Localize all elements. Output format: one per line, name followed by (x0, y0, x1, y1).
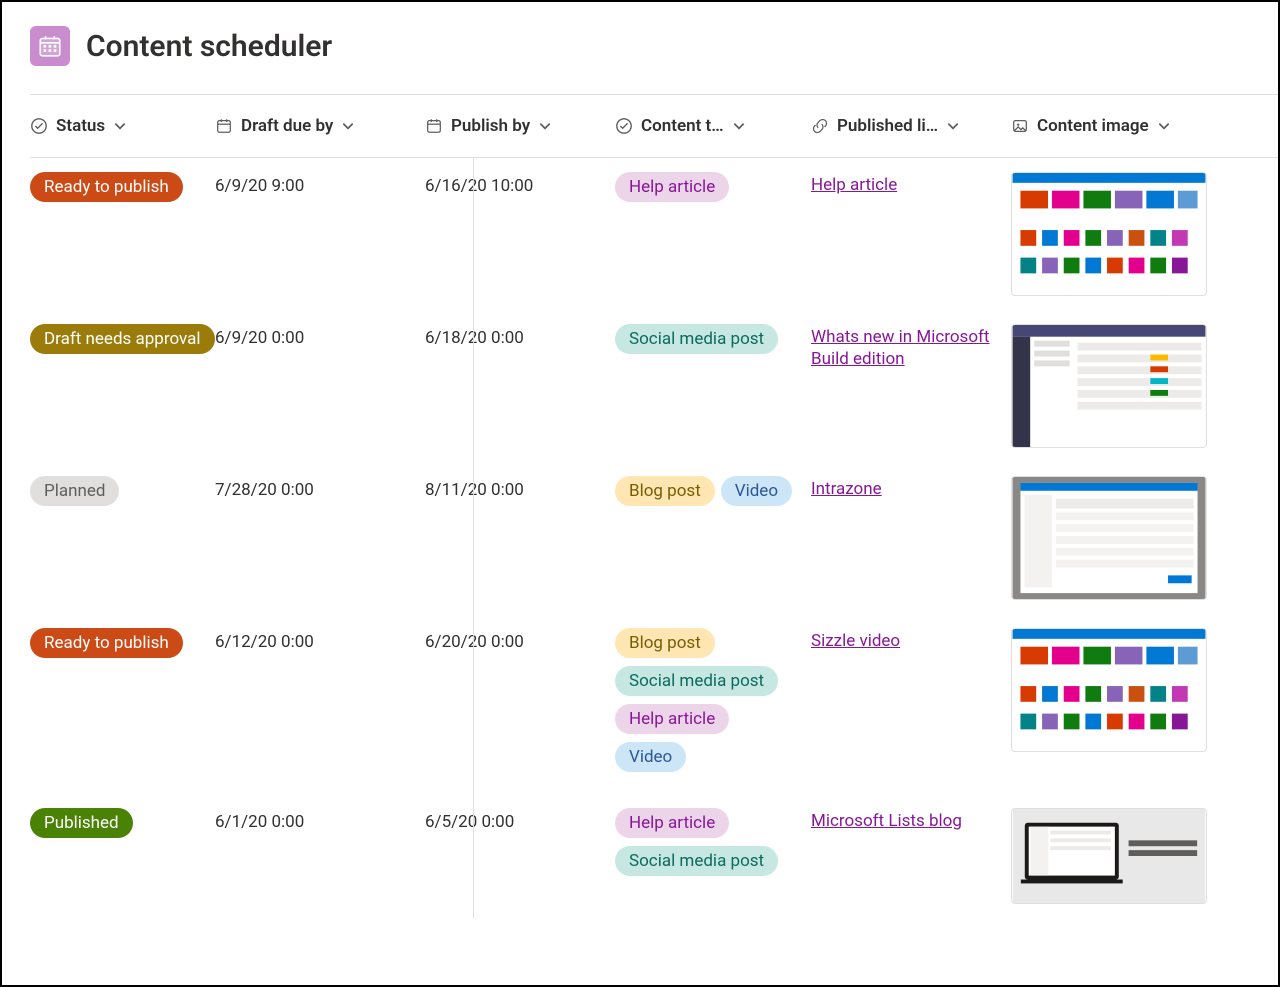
column-header-content-type[interactable]: Content t… (615, 116, 811, 136)
column-label: Content t… (641, 116, 724, 136)
rows-container: Ready to publish 6/9/20 9:006/16/20 10:00… (30, 158, 1278, 918)
content-type-tags: Blog postVideo (615, 476, 811, 514)
content-image-thumbnail[interactable] (1011, 628, 1207, 752)
status-badge: Ready to publish (30, 172, 183, 202)
app-icon (30, 26, 70, 66)
column-headers: Status Draft due by Publish by Content t… (30, 94, 1278, 158)
table-row[interactable]: Ready to publish 6/12/20 0:006/20/20 0:00… (30, 614, 1278, 794)
link-icon (811, 117, 829, 135)
status-icon (30, 117, 48, 135)
chevron-down-icon (946, 119, 960, 133)
draft-due-value: 6/9/20 0:00 (215, 324, 425, 348)
column-label: Content image (1037, 116, 1149, 136)
column-header-status[interactable]: Status (30, 116, 215, 136)
calendar-icon (425, 117, 443, 135)
publish-by-value: 6/5/20 0:00 (425, 808, 615, 832)
column-label: Publish by (451, 116, 530, 136)
content-image-thumbnail[interactable] (1011, 808, 1207, 904)
content-image-thumbnail[interactable] (1011, 476, 1207, 600)
chevron-down-icon (341, 119, 355, 133)
content-type-tag: Video (615, 742, 686, 772)
calendar-icon (37, 33, 63, 59)
publish-by-value: 6/18/20 0:00 (425, 324, 615, 348)
draft-due-value: 7/28/20 0:00 (215, 476, 425, 500)
published-link[interactable]: Microsoft Lists blog (811, 808, 962, 832)
content-type-tags: Help article (615, 172, 811, 210)
status-badge: Published (30, 808, 133, 838)
publish-by-value: 6/16/20 10:00 (425, 172, 615, 196)
draft-due-value: 6/9/20 9:00 (215, 172, 425, 196)
content-image-thumbnail[interactable] (1011, 172, 1207, 296)
column-header-published-link[interactable]: Published li… (811, 116, 1011, 136)
draft-due-value: 6/1/20 0:00 (215, 808, 425, 832)
column-header-draft-due[interactable]: Draft due by (215, 116, 425, 136)
publish-by-value: 6/20/20 0:00 (425, 628, 615, 652)
page-title: Content scheduler (86, 29, 332, 64)
calendar-icon (215, 117, 233, 135)
content-type-tag: Help article (615, 808, 729, 838)
published-link[interactable]: Help article (811, 172, 897, 196)
status-icon (615, 117, 633, 135)
content-type-tag: Social media post (615, 846, 778, 876)
status-badge: Planned (30, 476, 119, 506)
column-label: Draft due by (241, 116, 333, 136)
table-row[interactable]: Published 6/1/20 0:006/5/20 0:00Help arti… (30, 794, 1278, 918)
chevron-down-icon (113, 119, 127, 133)
chevron-down-icon (538, 119, 552, 133)
content-type-tag: Help article (615, 704, 729, 734)
status-badge: Draft needs approval (30, 324, 215, 354)
table-row[interactable]: Ready to publish 6/9/20 9:006/16/20 10:00… (30, 158, 1278, 310)
table-row[interactable]: Planned 7/28/20 0:008/11/20 0:00Blog post… (30, 462, 1278, 614)
column-label: Published li… (837, 116, 938, 136)
content-type-tag: Blog post (615, 476, 715, 506)
status-badge: Ready to publish (30, 628, 183, 658)
published-link[interactable]: Intrazone (811, 476, 882, 500)
content-type-tags: Social media post (615, 324, 811, 362)
chevron-down-icon (732, 119, 746, 133)
content-type-tag: Social media post (615, 324, 778, 354)
content-type-tag: Social media post (615, 666, 778, 696)
column-label: Status (56, 116, 105, 136)
draft-due-value: 6/12/20 0:00 (215, 628, 425, 652)
content-type-tag: Blog post (615, 628, 715, 658)
published-link[interactable]: Whats new in Microsoft Build edition (811, 324, 999, 370)
content-type-tags: Blog post Social media post Help article Vi… (615, 628, 811, 780)
image-icon (1011, 117, 1029, 135)
chevron-down-icon (1157, 119, 1171, 133)
list-grid: Status Draft due by Publish by Content t… (2, 94, 1278, 918)
content-type-tag: Help article (615, 172, 729, 202)
table-row[interactable]: Draft needs approval6/9/20 0:006/18/20 0… (30, 310, 1278, 462)
column-divider (473, 158, 474, 918)
content-image-thumbnail[interactable] (1011, 324, 1207, 448)
column-header-content-image[interactable]: Content image (1011, 116, 1241, 136)
column-header-publish-by[interactable]: Publish by (425, 116, 615, 136)
published-link[interactable]: Sizzle video (811, 628, 900, 652)
publish-by-value: 8/11/20 0:00 (425, 476, 615, 500)
content-type-tags: Help article Social media post (615, 808, 811, 884)
content-type-tag: Video (721, 476, 792, 506)
